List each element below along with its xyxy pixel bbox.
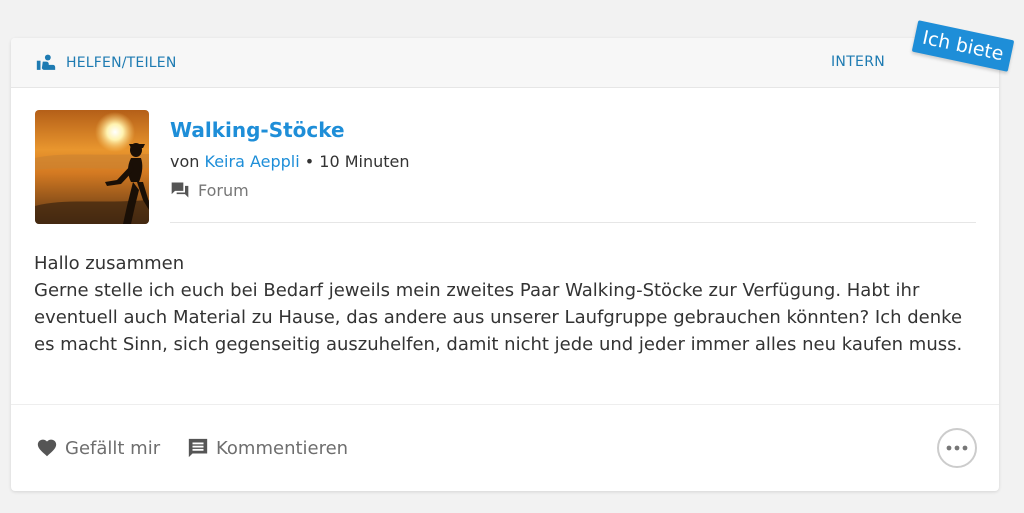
heart-icon <box>37 439 57 457</box>
comment-label: Kommentieren <box>216 437 349 459</box>
meta-divider <box>170 222 976 223</box>
comment-icon <box>188 438 208 458</box>
post-channel[interactable]: Forum <box>170 179 249 201</box>
post-thumbnail[interactable] <box>35 110 149 224</box>
footer-divider <box>11 404 999 405</box>
like-button[interactable]: Gefällt mir <box>36 435 160 461</box>
post-body: Hallo zusammen Gerne stelle ich euch bei… <box>34 250 974 358</box>
comment-button[interactable]: Kommentieren <box>187 435 348 461</box>
card-header: HELFEN/TEILEN INTERN <box>11 38 999 88</box>
like-label: Gefällt mir <box>65 437 161 459</box>
more-horizontal-icon <box>946 445 968 451</box>
post-meta: von Keira Aeppli • 10 Minuten <box>170 152 410 171</box>
author-link[interactable]: Keira Aeppli <box>205 152 300 171</box>
sunset-runner-image <box>35 110 149 224</box>
body-text: Gerne stelle ich euch bei Bedarf jeweils… <box>34 280 963 355</box>
post-time: 10 Minuten <box>319 152 410 171</box>
category-label: HELFEN/TEILEN <box>66 55 177 71</box>
body-greeting: Hallo zusammen <box>34 253 185 274</box>
post-title[interactable]: Walking-Stöcke <box>170 118 345 142</box>
channel-label: Forum <box>198 180 249 200</box>
post-card: HELFEN/TEILEN INTERN Walking-Stöcke von … <box>11 38 999 491</box>
meta-separator: • <box>304 152 315 171</box>
forum-icon <box>171 182 189 198</box>
helping-hands-icon <box>36 54 56 70</box>
meta-prefix: von <box>170 152 200 171</box>
more-button[interactable] <box>937 428 977 468</box>
category-link[interactable]: HELFEN/TEILEN <box>35 52 177 74</box>
visibility-label: INTERN <box>831 54 885 70</box>
